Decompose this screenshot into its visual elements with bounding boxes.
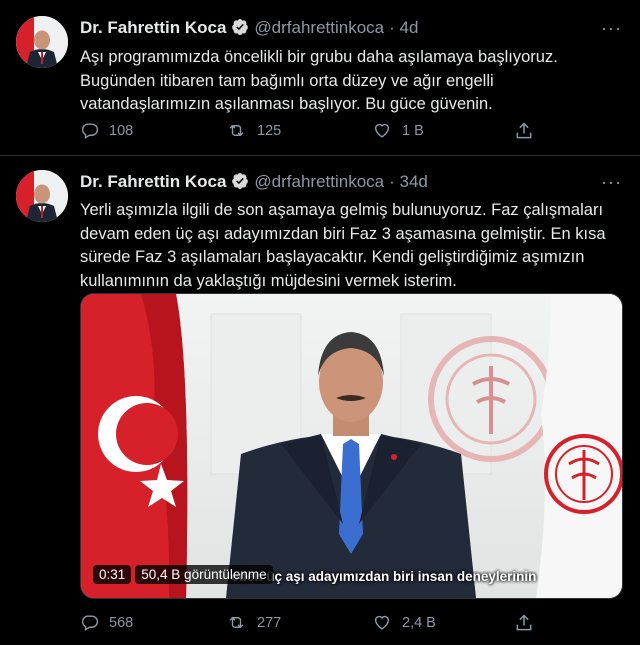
share-icon <box>514 613 534 633</box>
tweet-time[interactable]: · 4d <box>389 18 418 37</box>
like-count: 2,4 B <box>402 614 436 631</box>
video-frame <box>81 294 622 598</box>
retweet-count: 277 <box>257 614 282 631</box>
reply-button[interactable]: 108 <box>80 121 133 140</box>
share-button[interactable] <box>514 121 534 141</box>
heart-icon <box>372 121 392 140</box>
reply-icon <box>80 121 99 140</box>
author-handle[interactable]: @drfahrettinkoca <box>254 18 384 37</box>
reply-button[interactable]: 568 <box>80 613 133 632</box>
more-options-button[interactable]: ··· <box>601 172 622 193</box>
heart-icon <box>372 613 392 632</box>
avatar[interactable] <box>16 16 68 68</box>
video-player[interactable]: eden üç aşı adayımızdan biri insan deney… <box>80 293 623 599</box>
share-icon <box>514 121 534 141</box>
retweet-icon <box>226 613 247 632</box>
tweet-actions: 568 277 2,4 B <box>80 613 580 635</box>
reply-count: 108 <box>109 122 134 139</box>
retweet-button[interactable]: 277 <box>226 613 281 632</box>
tweet-text: Yerli aşımızla ilgili de son aşamaya gel… <box>80 201 606 290</box>
author-name[interactable]: Dr. Fahrettin Koca @drfahrettinkoca · 34d <box>80 172 428 195</box>
like-count: 1 B <box>402 122 424 139</box>
tweet-time[interactable]: · 34d <box>389 172 428 191</box>
tweet-2[interactable]: Dr. Fahrettin Koca @drfahrettinkoca · 34d… <box>0 156 640 645</box>
tweet-1[interactable]: Dr. Fahrettin Koca @drfahrettinkoca · 4d … <box>0 0 640 155</box>
reply-count: 568 <box>109 614 134 631</box>
video-info: 0:31 50,4 B görüntülenme <box>93 565 273 584</box>
tweet-text: Aşı programımızda öncelikli bir grubu da… <box>80 48 558 113</box>
like-button[interactable]: 2,4 B <box>372 613 436 632</box>
verified-badge-icon <box>231 172 249 195</box>
video-subtitle: eden üç aşı adayımızdan biri insan deney… <box>231 569 537 584</box>
verified-badge-icon <box>231 18 249 41</box>
more-options-button[interactable]: ··· <box>601 18 622 39</box>
video-duration: 0:31 <box>93 565 132 584</box>
retweet-icon <box>226 121 247 140</box>
like-button[interactable]: 1 B <box>372 121 424 140</box>
retweet-count: 125 <box>257 122 282 139</box>
retweet-button[interactable]: 125 <box>226 121 281 140</box>
avatar[interactable] <box>16 170 68 222</box>
tweet-actions: 108 125 1 B <box>80 121 580 143</box>
author-name[interactable]: Dr. Fahrettin Koca @drfahrettinkoca · 4d <box>80 18 418 41</box>
video-views: 50,4 B görüntülenme <box>135 565 273 584</box>
reply-icon <box>80 613 99 632</box>
share-button[interactable] <box>514 613 534 633</box>
author-handle[interactable]: @drfahrettinkoca <box>254 172 384 191</box>
